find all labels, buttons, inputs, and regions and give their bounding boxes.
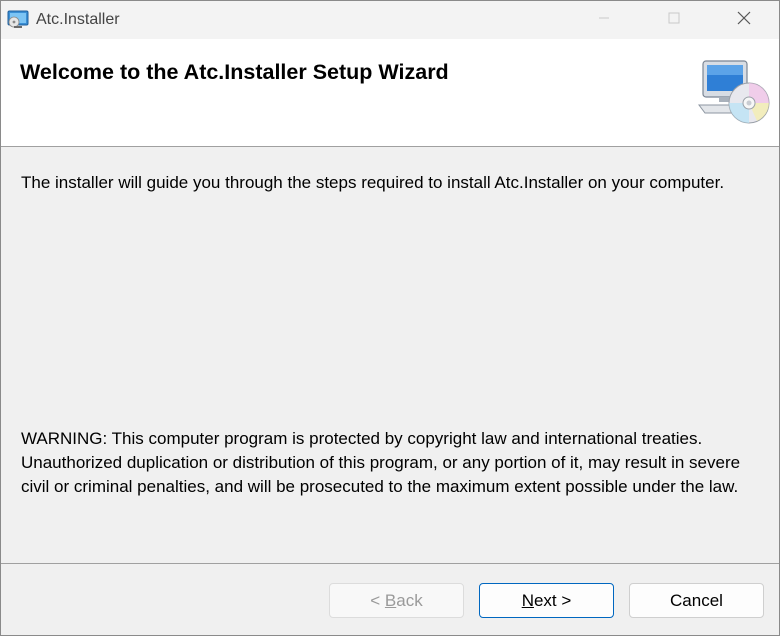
cancel-button-label: Cancel [670,590,723,610]
close-button[interactable] [721,1,767,39]
next-button-label-rest: ext > [533,590,572,610]
installer-app-icon [7,10,29,30]
wizard-header: Welcome to the Atc.Installer Setup Wizar… [1,39,779,147]
intro-text: The installer will guide you through the… [21,173,725,192]
page-title: Welcome to the Atc.Installer Setup Wizar… [20,60,449,84]
computer-cd-icon [697,57,771,127]
maximize-button[interactable] [651,1,697,39]
maximize-icon [668,11,680,29]
cancel-button[interactable]: Cancel [629,583,764,618]
minimize-icon [598,11,610,29]
next-button-access-key: N [521,590,534,610]
back-button-access-key: B [384,590,397,610]
window-title: Atc.Installer [36,11,120,28]
minimize-button[interactable] [581,1,627,39]
back-button-label-rest: ack [396,590,423,610]
setup-wizard-window: Atc.Installer Welcome to the Atc.Install… [0,0,780,636]
footer-divider [1,563,779,564]
title-bar[interactable]: Atc.Installer [1,1,779,39]
next-button[interactable]: Next > [479,583,614,618]
close-icon [737,11,751,30]
copyright-warning-text: WARNING: This computer program is protec… [21,429,741,496]
back-button-prefix: < [370,590,385,610]
back-button[interactable]: < Back [329,583,464,618]
